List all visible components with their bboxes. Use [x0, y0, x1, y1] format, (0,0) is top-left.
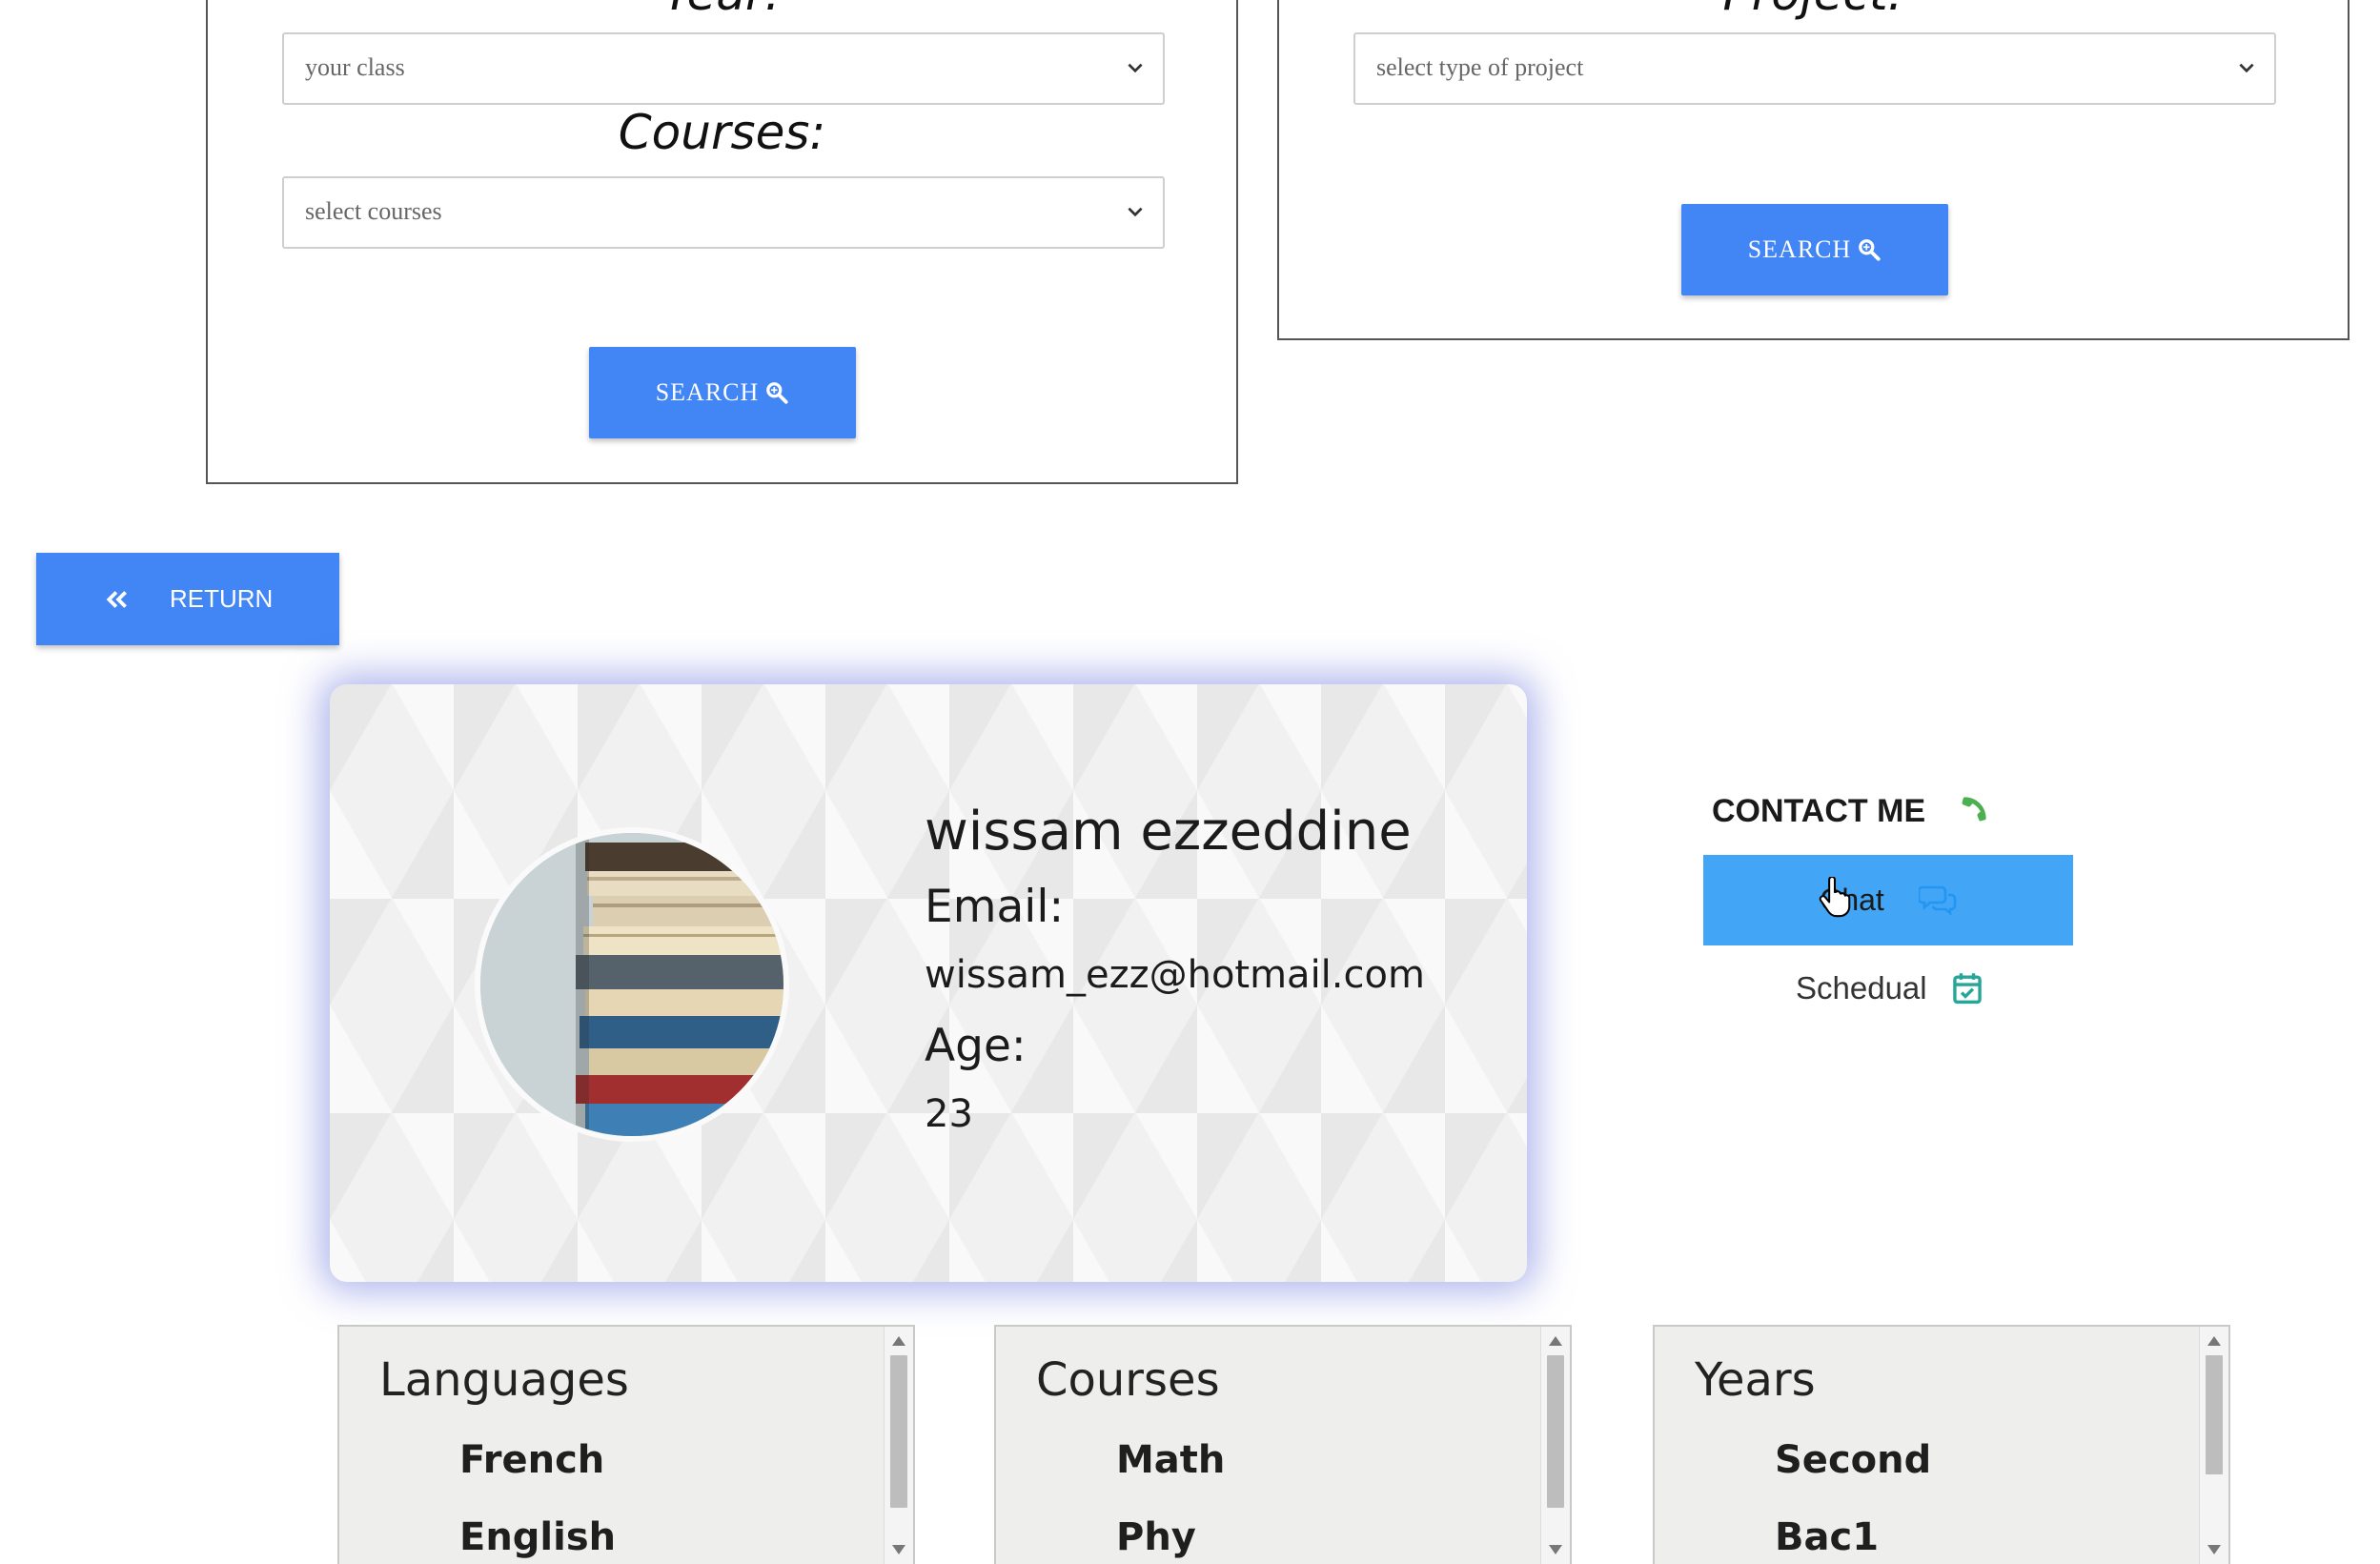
contact-title: CONTACT ME [1712, 791, 1992, 830]
contact-title-label: CONTACT ME [1712, 793, 1926, 829]
double-chevron-left-icon [106, 590, 128, 608]
search-icon [766, 382, 788, 404]
return-label: RETURN [170, 584, 274, 613]
return-button[interactable]: RETURN [36, 553, 339, 645]
search-icon [1859, 239, 1881, 261]
years-scrollbar[interactable] [2199, 1327, 2228, 1564]
courses-listbox[interactable]: Courses Math Phy [994, 1325, 1572, 1564]
schedule-label: Schedual [1796, 970, 1927, 1005]
year-select-value: your class [305, 53, 405, 81]
project-select[interactable]: select type of project [1353, 32, 2276, 105]
courses-select-value: select courses [305, 197, 442, 225]
scroll-thumb[interactable] [890, 1355, 907, 1508]
chevron-down-icon [1128, 63, 1143, 73]
list-item[interactable]: English [459, 1515, 616, 1559]
years-listbox[interactable]: Years Second Bac1 [1653, 1325, 2230, 1564]
list-item[interactable]: Bac1 [1775, 1515, 1879, 1559]
calendar-check-icon [1952, 973, 1982, 1005]
book-stack-image [480, 833, 783, 1136]
year-select[interactable]: your class [282, 32, 1165, 105]
languages-listbox[interactable]: Languages French English [337, 1325, 915, 1564]
email-value: wissam_ezz@hotmail.com [925, 953, 1425, 997]
scroll-thumb[interactable] [1547, 1355, 1564, 1508]
profile-name: wissam ezzeddine [925, 801, 1412, 863]
year-heading: Year: [208, 0, 1236, 21]
phone-icon [1962, 797, 1986, 822]
languages-title: Languages [379, 1353, 629, 1407]
chat-button[interactable]: Chat [1703, 855, 2073, 945]
scroll-down-icon[interactable] [1549, 1545, 1562, 1554]
courses-scrollbar[interactable] [1540, 1327, 1570, 1564]
list-item[interactable]: Math [1116, 1438, 1225, 1482]
hand-pointer-icon [1819, 877, 1851, 918]
courses-title: Courses [1036, 1353, 1220, 1407]
profile-card: wissam ezzeddine Email: wissam_ezz@hotma… [330, 684, 1527, 1282]
chat-bubbles-icon [1918, 885, 1957, 916]
project-heading: Project: [1279, 0, 2348, 21]
schedule-link[interactable]: Schedual [1796, 970, 1983, 1006]
age-value: 23 [925, 1092, 973, 1136]
list-item[interactable]: Second [1775, 1438, 1931, 1482]
search-button-label: SEARCH [1747, 235, 1852, 263]
age-label: Age: [925, 1020, 1027, 1072]
years-title: Years [1695, 1353, 1816, 1407]
courses-select[interactable]: select courses [282, 176, 1165, 249]
left-search-button[interactable]: SEARCH [589, 347, 856, 438]
scroll-up-icon[interactable] [1549, 1336, 1562, 1346]
scroll-up-icon[interactable] [892, 1336, 905, 1346]
chevron-down-icon [2239, 63, 2254, 73]
left-search-panel: Year: your class Courses: select courses… [206, 0, 1238, 484]
list-item[interactable]: Phy [1116, 1515, 1196, 1559]
scroll-thumb[interactable] [2206, 1355, 2223, 1474]
right-search-button[interactable]: SEARCH [1681, 204, 1948, 295]
chevron-down-icon [1128, 207, 1143, 217]
scroll-up-icon[interactable] [2207, 1336, 2221, 1346]
list-item[interactable]: French [459, 1438, 604, 1482]
scroll-down-icon[interactable] [2207, 1545, 2221, 1554]
scroll-down-icon[interactable] [892, 1545, 905, 1554]
courses-heading: Courses: [618, 105, 826, 160]
avatar [475, 827, 789, 1142]
languages-scrollbar[interactable] [884, 1327, 913, 1564]
email-label: Email: [925, 881, 1065, 933]
project-select-value: select type of project [1376, 53, 1584, 81]
right-search-panel: Project: select type of project SEARCH [1277, 0, 2349, 340]
search-button-label: SEARCH [655, 378, 760, 406]
